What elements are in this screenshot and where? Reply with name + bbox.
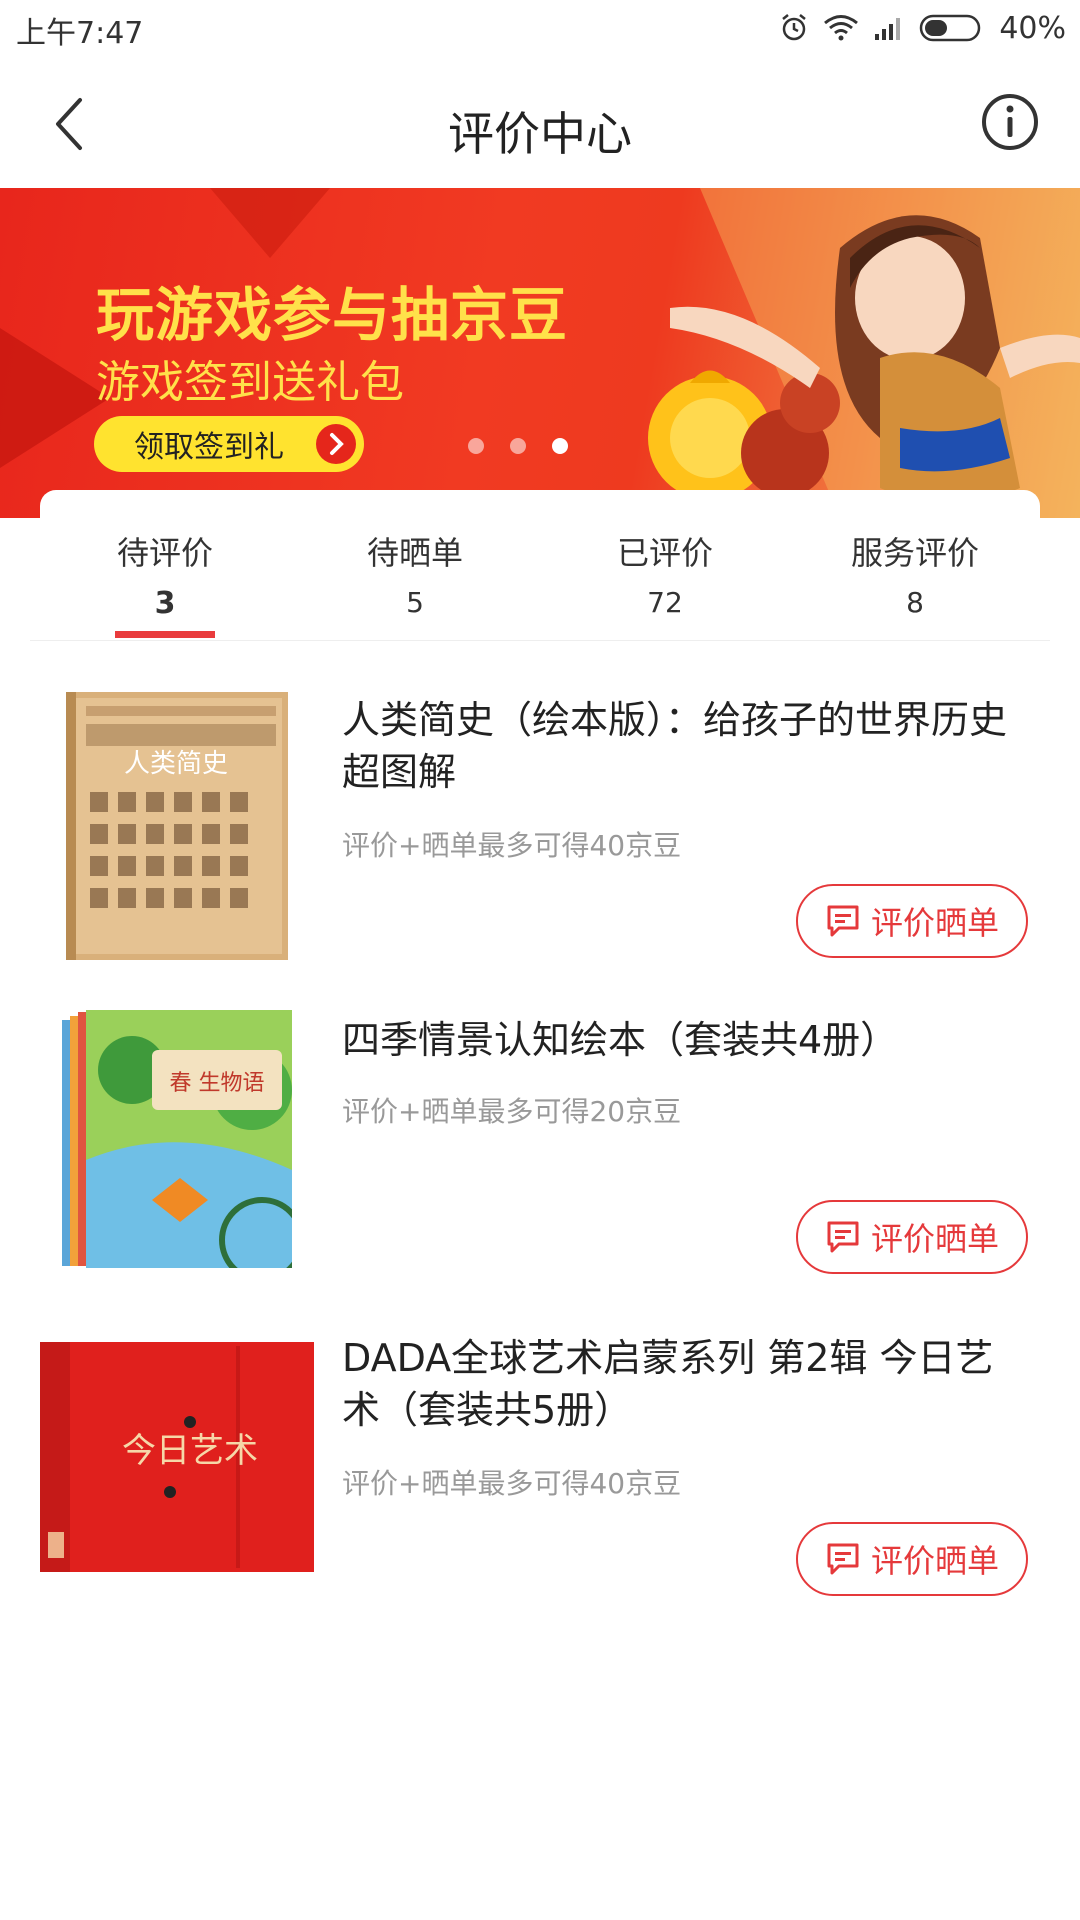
product-title[interactable]: 人类简史（绘本版）：给孩子的世界历史超图解 — [342, 694, 1022, 798]
banner-title: 玩游戏参与抽京豆 — [96, 281, 569, 349]
product-title[interactable]: DADA全球艺术启蒙系列 第2辑 今日艺术（套装共5册） — [342, 1332, 1022, 1436]
review-button-label: 评价晒单 — [870, 904, 999, 942]
status-time: 上午7:47 — [16, 16, 144, 51]
comment-icon — [827, 1221, 859, 1253]
product-item[interactable]: 人类简史 人类简史（绘本版）：给孩子的世界历史超图解 评价+晒单最多可得40京豆… — [0, 680, 1080, 980]
review-tabs: 待评价 3 待晒单 5 已评价 72 服务评价 8 — [40, 490, 1040, 640]
battery-percent: 40% — [999, 10, 1066, 46]
banner-checkin-button[interactable]: 领取签到礼 — [94, 416, 364, 472]
cover-title-text: 人类简史 — [124, 749, 228, 779]
wifi-icon — [824, 15, 859, 41]
tab-count: 8 — [906, 586, 924, 619]
product-reward-text: 评价+晒单最多可得40京豆 — [342, 1467, 682, 1500]
tab-pending-showcase[interactable]: 待晒单 5 — [290, 490, 540, 640]
product-cover-image[interactable]: 人类简史 — [66, 692, 288, 960]
info-icon[interactable] — [980, 92, 1040, 152]
comment-icon — [827, 905, 859, 937]
tab-pending-review[interactable]: 待评价 3 — [40, 490, 290, 640]
tab-count: 3 — [154, 586, 176, 621]
status-bar: 上午7:47 40% — [0, 0, 1080, 58]
product-title[interactable]: 四季情景认知绘本（套装共4册） — [342, 1014, 1022, 1066]
carousel-indicator — [468, 438, 568, 454]
tab-service-review[interactable]: 服务评价 8 — [790, 490, 1040, 640]
active-tab-indicator — [115, 631, 215, 638]
product-reward-text: 评价+晒单最多可得20京豆 — [342, 1095, 682, 1128]
nav-bar: 评价中心 — [0, 58, 1080, 188]
page-title: 评价中心 — [448, 107, 632, 161]
comment-icon — [827, 1543, 859, 1575]
carousel-dot-active[interactable] — [552, 438, 568, 454]
product-item[interactable]: 春 生物语 四季情景认知绘本（套装共4册） 评价+晒单最多可得20京豆 评价晒单 — [0, 1000, 1080, 1300]
carousel-dot[interactable] — [468, 438, 484, 454]
alarm-icon — [782, 14, 807, 41]
product-cover-image[interactable]: 今日艺术 — [40, 1342, 314, 1572]
product-item[interactable]: 今日艺术 DADA全球艺术启蒙系列 第2辑 今日艺术（套装共5册） 评价+晒单最… — [0, 1318, 1080, 1618]
tab-label: 待评价 — [116, 534, 213, 572]
promo-banner[interactable]: 玩游戏参与抽京豆 游戏签到送礼包 领取签到礼 — [0, 188, 1080, 518]
carousel-dot[interactable] — [510, 438, 526, 454]
tab-label: 待晒单 — [366, 534, 463, 572]
divider — [30, 640, 1050, 641]
tab-label: 服务评价 — [850, 534, 979, 572]
chevron-right-icon — [316, 424, 356, 464]
banner-character-illustration — [648, 188, 1080, 518]
status-icons: 40% — [779, 8, 1066, 48]
tab-count: 72 — [647, 586, 683, 619]
signal-icon — [875, 18, 901, 40]
battery-icon — [920, 14, 981, 42]
review-tabs-card: 待评价 3 待晒单 5 已评价 72 服务评价 8 — [40, 490, 1040, 640]
review-showcase-button[interactable]: 评价晒单 — [796, 1200, 1028, 1274]
banner-subtitle: 游戏签到送礼包 — [96, 357, 404, 408]
review-button-label: 评价晒单 — [870, 1542, 999, 1580]
product-reward-text: 评价+晒单最多可得40京豆 — [342, 829, 682, 862]
tab-label: 已评价 — [616, 534, 713, 572]
cover-title-text: 今日艺术 — [122, 1431, 258, 1471]
banner-decoration — [210, 188, 330, 258]
review-showcase-button[interactable]: 评价晒单 — [796, 884, 1028, 958]
review-showcase-button[interactable]: 评价晒单 — [796, 1522, 1028, 1596]
cover-title-text: 春 生物语 — [170, 1071, 265, 1096]
banner-button-label: 领取签到礼 — [134, 430, 284, 465]
tab-count: 5 — [406, 586, 424, 619]
product-cover-image[interactable]: 春 生物语 — [62, 1010, 292, 1268]
tab-reviewed[interactable]: 已评价 72 — [540, 490, 790, 640]
review-button-label: 评价晒单 — [870, 1220, 999, 1258]
